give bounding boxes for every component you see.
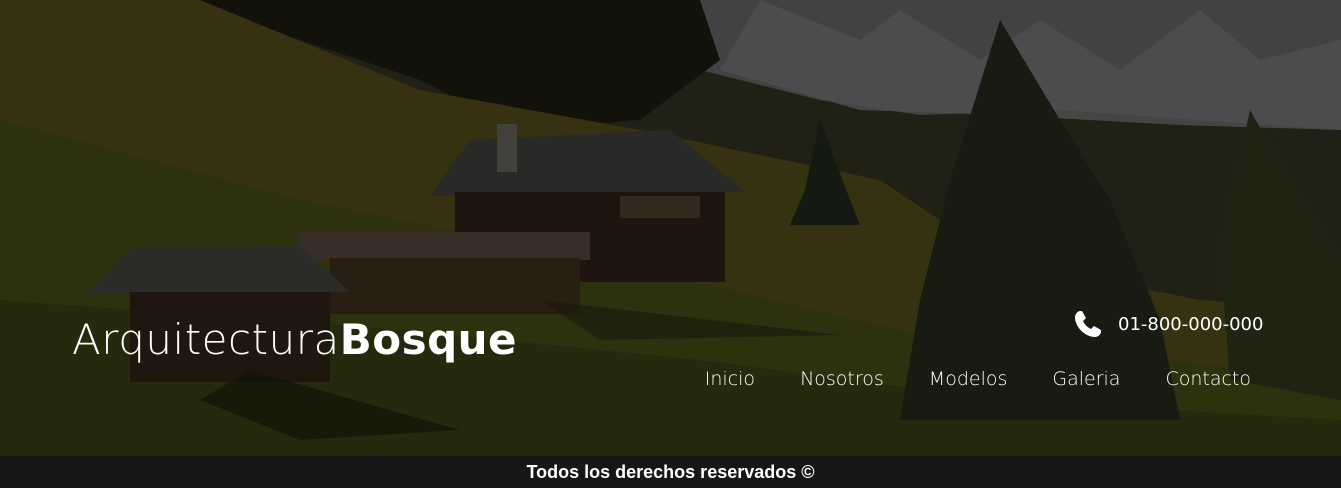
nav-item-inicio[interactable]: Inicio <box>705 366 755 392</box>
footer-copyright: Todos los derechos reservados © <box>526 461 815 482</box>
main-nav: Inicio Nosotros Modelos Galeria Contacto <box>705 366 1251 392</box>
phone-icon <box>1072 308 1104 340</box>
contact-phone[interactable]: 01-800-000-000 <box>1072 306 1263 342</box>
brand-logo[interactable]: ArquitecturaBosque <box>72 314 517 366</box>
phone-number: 01-800-000-000 <box>1118 313 1264 335</box>
site-footer: Todos los derechos reservados © <box>0 456 1341 488</box>
brand-name-light: Arquitectura <box>72 315 340 364</box>
brand-name-bold: Bosque <box>339 315 518 364</box>
nav-item-modelos[interactable]: Modelos <box>929 366 1008 392</box>
nav-item-galeria[interactable]: Galeria <box>1052 366 1120 392</box>
nav-item-nosotros[interactable]: Nosotros <box>800 366 884 392</box>
nav-item-contacto[interactable]: Contacto <box>1165 366 1251 392</box>
hero-banner: ArquitecturaBosque 01-800-000-000 Inicio… <box>0 0 1341 456</box>
